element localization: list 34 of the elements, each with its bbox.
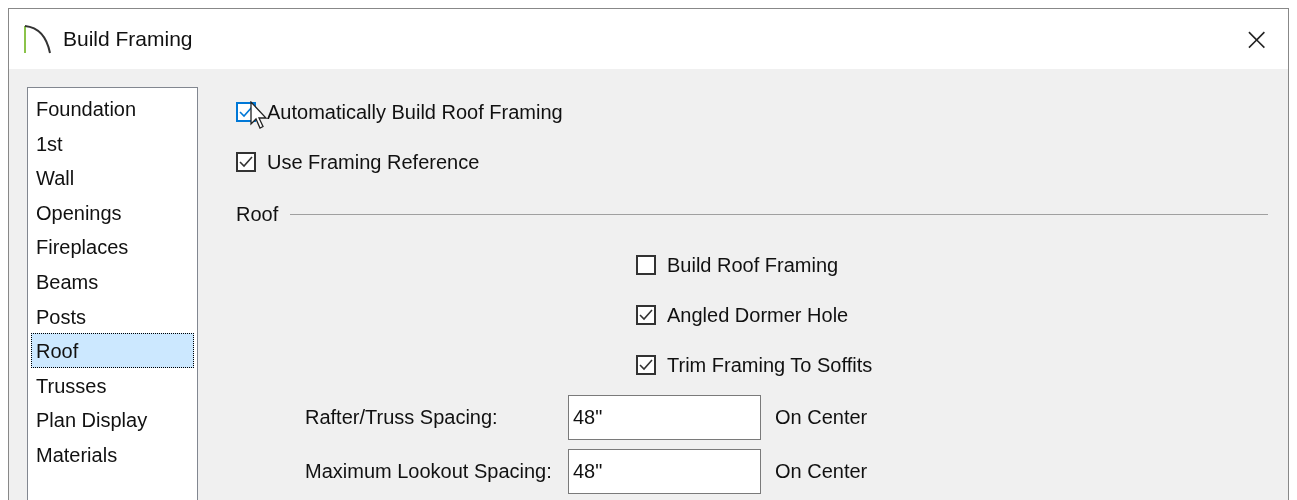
spacing-field[interactable]: 48" — [568, 394, 761, 440]
list-item[interactable]: Trusses — [31, 367, 194, 403]
check-icon — [639, 359, 653, 371]
check-icon — [639, 309, 653, 321]
checkbox-label: Build Roof Framing — [667, 253, 839, 277]
list-item[interactable]: Fireplaces — [31, 229, 194, 264]
arc-logo-icon — [23, 23, 53, 55]
list-item[interactable]: Beams — [31, 263, 194, 299]
list-item[interactable]: Posts — [31, 298, 194, 334]
unit-label: On Center — [775, 459, 868, 483]
checkbox-label: Trim Framing To Soffits — [667, 353, 873, 377]
list-item[interactable]: 1st — [31, 125, 194, 161]
checkbox[interactable] — [636, 355, 656, 375]
checkbox-label: Automatically Build Roof Framing — [267, 100, 563, 124]
window-title: Build Framing — [63, 27, 194, 51]
list-item[interactable]: Openings — [31, 194, 194, 230]
group-title: Roof — [236, 202, 279, 226]
list-item[interactable]: Materials — [31, 436, 194, 472]
check-icon — [239, 106, 253, 118]
close-button[interactable]: × — [1237, 23, 1276, 55]
field-label: Rafter/Truss Spacing: — [304, 405, 499, 429]
list-item[interactable]: Roof — [31, 333, 194, 368]
list-item[interactable]: Plan Display — [31, 402, 194, 437]
list-item[interactable]: Wall — [31, 160, 194, 195]
check-icon — [239, 156, 253, 168]
checkbox-label: Angled Dormer Hole — [667, 303, 849, 327]
checkbox[interactable] — [636, 255, 656, 275]
checkbox-label: Use Framing Reference — [267, 150, 480, 174]
list-item[interactable]: Foundation — [31, 91, 194, 126]
checkbox[interactable] — [636, 305, 656, 325]
spacing-field[interactable]: 48" — [568, 448, 761, 494]
checkbox[interactable] — [236, 152, 256, 172]
field-label: Maximum Lookout Spacing: — [304, 459, 553, 483]
unit-label: On Center — [775, 405, 868, 429]
